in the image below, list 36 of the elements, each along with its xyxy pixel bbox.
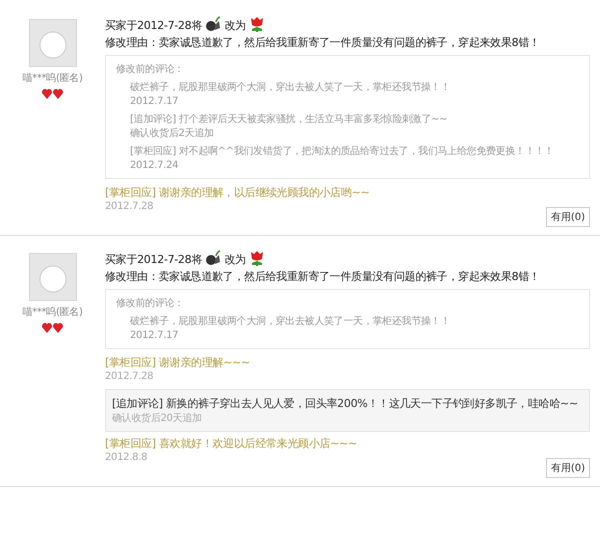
rating-change-text: 改为 — [224, 19, 246, 32]
seller-reply: [掌柜回应] 喜欢就好！欢迎以后经常来光顾小店~~~ — [105, 436, 358, 451]
bag-icon — [205, 250, 222, 266]
avatar-icon — [28, 253, 76, 301]
username: 喵***呜(匿名) — [22, 306, 83, 319]
review-date: 2012.7.17 — [130, 95, 180, 108]
previous-review-text: [掌柜回应] 对不起啊^^我们发错货了，把淘汰的质品给寄过去了，我们马上给您免费更换！！！！ — [130, 145, 555, 159]
rating-change-text: 买家于2012-7-28将 — [105, 253, 202, 266]
helpful-button[interactable]: 有用(0) — [546, 458, 590, 478]
avatar-icon — [28, 19, 76, 67]
flower-icon — [249, 250, 266, 266]
change-reason: 修改理由：卖家诚恳道歉了，然后给我重新寄了一件质量没有问题的裤子，穿起来效果8错！ — [105, 35, 541, 51]
previous-review-text: 破烂裤子，屁股那里破两个大洞，穿出去被人笑了一天，掌柜还我节操！！ — [130, 315, 452, 329]
seller-reply: [掌柜回应] 谢谢亲的理解，以后继续光顾我的小店哟~~ — [105, 185, 370, 200]
seller-reply: [掌柜回应] 谢谢亲的理解~~~ — [105, 355, 251, 370]
helpful-button[interactable]: 有用(0) — [546, 207, 590, 227]
hearts-icon — [42, 89, 64, 99]
previous-review-label: 修改前的评论： — [116, 63, 185, 76]
bag-icon — [205, 16, 222, 32]
hearts-icon — [42, 323, 64, 333]
change-reason: 修改理由：卖家诚恳道歉了，然后给我重新寄了一件质量没有问题的裤子，穿起来效果8错！ — [105, 269, 541, 285]
previous-review-text: 破烂裤子，屁股那里破两个大洞，穿出去被人笑了一天，掌柜还我节操！！ — [130, 81, 452, 95]
appended-review-text: [追加评论] 新换的裤子穿出去人见人爱，回头率200%！！这几天一下子钓到好多凯子，哇哈哈~~ — [112, 396, 579, 412]
rating-change-text: 买家于2012-7-28将 — [105, 19, 202, 32]
previous-review-label: 修改前的评论： — [116, 297, 185, 310]
username: 喵***呜(匿名) — [22, 72, 83, 85]
review-date: 2012.7.28 — [105, 370, 154, 383]
flower-icon — [249, 16, 266, 32]
review-date: 2012.7.28 — [105, 200, 154, 213]
rating-change-text: 改为 — [224, 253, 246, 266]
review-date: 2012.7.17 — [130, 329, 180, 342]
previous-review-text: [追加评论] 打个差评后天天被卖家骚扰，生活立马丰富多彩惊险刺激了~~ — [130, 113, 448, 127]
review-date: 2012.8.8 — [105, 451, 148, 464]
append-time: 确认收货后20天追加 — [112, 412, 203, 425]
review-date: 2012.7.24 — [130, 159, 180, 172]
review-date: 确认收货后2天追加 — [130, 127, 215, 140]
